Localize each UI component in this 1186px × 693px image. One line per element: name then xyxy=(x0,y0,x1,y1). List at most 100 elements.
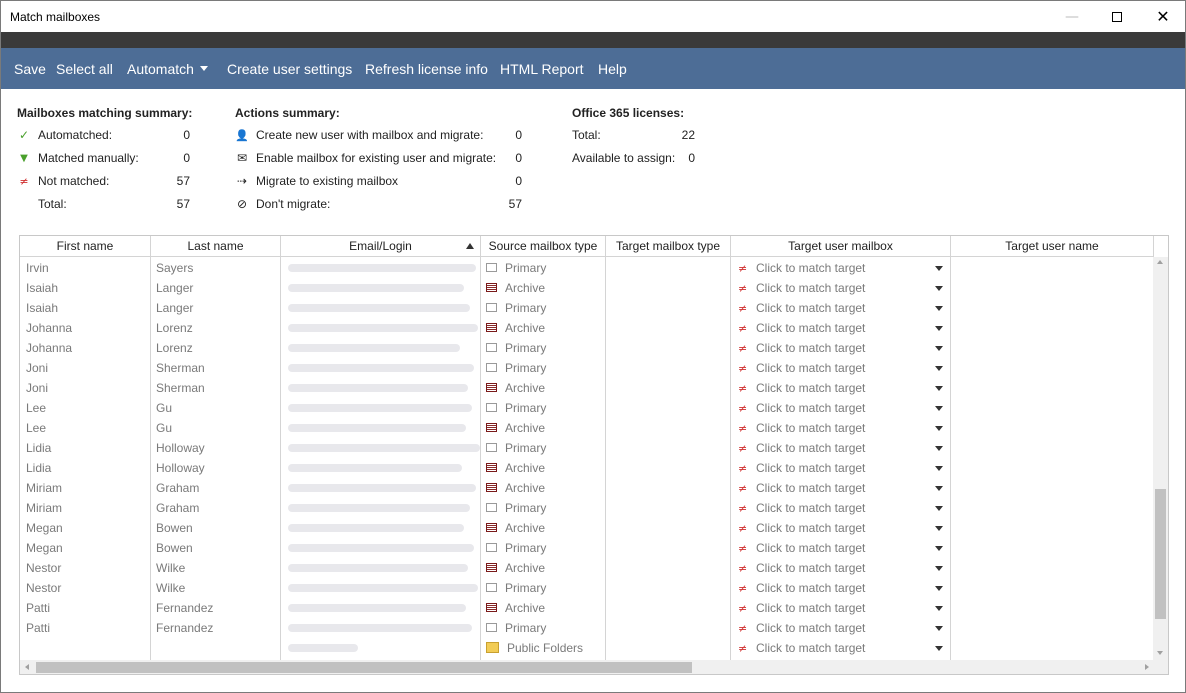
first-name-cell: Patti xyxy=(26,621,51,635)
target-mailbox-dropdown[interactable]: ≠ Click to match target xyxy=(738,618,948,638)
target-mailbox-dropdown[interactable]: ≠ Click to match target xyxy=(738,258,948,278)
target-mailbox-dropdown[interactable]: ≠ Click to match target xyxy=(738,538,948,558)
html-report-button[interactable]: HTML Report xyxy=(500,61,584,77)
target-mailbox-dropdown[interactable]: ≠ Click to match target xyxy=(738,478,948,498)
column-header-target-user-name[interactable]: Target user name xyxy=(951,236,1154,257)
target-mailbox-dropdown[interactable]: ≠ Click to match target xyxy=(738,498,948,518)
mailbox-icon xyxy=(486,443,497,453)
source-type-label: Primary xyxy=(505,441,547,455)
chevron-down-icon xyxy=(935,506,943,511)
table-row[interactable]: Irvin Sayers Primary ≠ Click to match target xyxy=(20,258,1154,278)
licenses-total-value: 22 xyxy=(681,128,695,142)
maximize-icon xyxy=(1112,11,1122,22)
dont-migrate-row: ⊘ Don't migrate: 57 xyxy=(235,193,535,216)
scroll-right-icon[interactable] xyxy=(1145,664,1149,670)
licenses-total-row: Total: 22 xyxy=(572,124,712,147)
table-row[interactable]: Miriam Graham Archive ≠ Click to match targe… xyxy=(20,478,1154,498)
vertical-scrollbar[interactable] xyxy=(1153,257,1168,674)
column-header-target-mailbox[interactable]: Target user mailbox xyxy=(731,236,951,257)
table-row[interactable]: Johanna Lorenz Archive ≠ Click to match targ… xyxy=(20,318,1154,338)
table-row[interactable]: Joni Sherman Archive ≠ Click to match target xyxy=(20,378,1154,398)
target-mailbox-dropdown[interactable]: ≠ Click to match target xyxy=(738,358,948,378)
mailbox-icon xyxy=(486,263,497,273)
source-type-label: Public Folders xyxy=(507,641,584,655)
column-header-first-name[interactable]: First name xyxy=(20,236,151,257)
table-row[interactable]: Isaiah Langer Archive ≠ Click to match targe… xyxy=(20,278,1154,298)
target-mailbox-dropdown[interactable]: ≠ Click to match target xyxy=(738,518,948,538)
refresh-license-info-button[interactable]: Refresh license info xyxy=(365,61,488,77)
target-mailbox-placeholder: Click to match target xyxy=(756,341,866,355)
chevron-down-icon xyxy=(199,65,208,71)
target-mailbox-dropdown[interactable]: ≠ Click to match target xyxy=(738,578,948,598)
target-mailbox-dropdown[interactable]: ≠ Click to match target xyxy=(738,338,948,358)
create-user-settings-button[interactable]: Create user settings xyxy=(227,61,352,77)
table-row[interactable]: Megan Bowen Primary ≠ Click to match target xyxy=(20,538,1154,558)
archive-icon xyxy=(486,563,497,573)
column-header-email[interactable]: Email/Login xyxy=(281,236,481,257)
target-mailbox-dropdown[interactable]: ≠ Click to match target xyxy=(738,318,948,338)
scroll-down-icon[interactable] xyxy=(1157,651,1163,655)
folder-icon xyxy=(486,642,499,654)
table-row[interactable]: Public Folders ≠ Click to match target xyxy=(20,638,1154,658)
mailbox-icon xyxy=(486,543,497,553)
last-name-cell: Holloway xyxy=(156,461,205,475)
table-row[interactable]: Nestor Wilke Archive ≠ Click to match target xyxy=(20,558,1154,578)
table-row[interactable]: Miriam Graham Primary ≠ Click to match targe… xyxy=(20,498,1154,518)
target-mailbox-dropdown[interactable]: ≠ Click to match target xyxy=(738,398,948,418)
table-row[interactable]: Megan Bowen Archive ≠ Click to match target xyxy=(20,518,1154,538)
target-mailbox-dropdown[interactable]: ≠ Click to match target xyxy=(738,458,948,478)
close-button[interactable]: ✕ xyxy=(1140,1,1185,32)
horizontal-scrollbar[interactable] xyxy=(20,660,1154,674)
table-row[interactable]: Lee Gu Archive ≠ Click to match target xyxy=(20,418,1154,438)
target-mailbox-dropdown[interactable]: ≠ Click to match target xyxy=(738,418,948,438)
select-all-button[interactable]: Select all xyxy=(56,61,113,77)
column-header-target-type[interactable]: Target mailbox type xyxy=(606,236,731,257)
table-row[interactable]: Patti Fernandez Primary ≠ Click to match tar… xyxy=(20,618,1154,638)
horizontal-scroll-thumb[interactable] xyxy=(36,662,692,673)
automatch-menu[interactable]: Automatch xyxy=(127,61,208,77)
column-header-source-type[interactable]: Source mailbox type xyxy=(481,236,606,257)
target-mailbox-dropdown[interactable]: ≠ Click to match target xyxy=(738,558,948,578)
header-strip xyxy=(1,32,1185,48)
table-row[interactable]: Nestor Wilke Primary ≠ Click to match target xyxy=(20,578,1154,598)
source-type-cell: Primary xyxy=(486,298,604,318)
archive-icon xyxy=(486,463,497,473)
automatched-row: ✓ Automatched: 0 xyxy=(17,124,197,147)
target-mailbox-dropdown[interactable]: ≠ Click to match target xyxy=(738,378,948,398)
table-row[interactable]: Joni Sherman Primary ≠ Click to match target xyxy=(20,358,1154,378)
table-row[interactable]: Patti Fernandez Archive ≠ Click to match tar… xyxy=(20,598,1154,618)
redacted-email xyxy=(288,624,472,632)
last-name-cell: Bowen xyxy=(156,541,193,555)
target-mailbox-dropdown[interactable]: ≠ Click to match target xyxy=(738,278,948,298)
table-row[interactable]: Lidia Holloway Primary ≠ Click to match targ… xyxy=(20,438,1154,458)
redacted-email xyxy=(288,264,476,272)
matching-total-value: 57 xyxy=(176,197,190,211)
target-mailbox-dropdown[interactable]: ≠ Click to match target xyxy=(738,438,948,458)
first-name-cell: Miriam xyxy=(26,501,62,515)
matching-summary-title: Mailboxes matching summary: xyxy=(17,106,193,120)
scroll-left-icon[interactable] xyxy=(25,664,29,670)
table-row[interactable]: Lidia Holloway Archive ≠ Click to match targ… xyxy=(20,458,1154,478)
dont-migrate-value: 57 xyxy=(508,197,522,211)
target-mailbox-dropdown[interactable]: ≠ Click to match target xyxy=(738,598,948,618)
column-header-last-name[interactable]: Last name xyxy=(151,236,281,257)
maximize-button[interactable] xyxy=(1094,1,1140,32)
source-type-label: Archive xyxy=(505,481,546,495)
last-name-cell: Graham xyxy=(156,501,200,515)
actions-summary: Actions summary: 👤 Create new user with … xyxy=(235,101,535,216)
target-mailbox-dropdown[interactable]: ≠ Click to match target xyxy=(738,298,948,318)
chevron-down-icon xyxy=(935,546,943,551)
save-button[interactable]: Save xyxy=(14,61,46,77)
licenses-summary: Office 365 licenses: Total: 22 Available… xyxy=(572,101,712,170)
table-row[interactable]: Lee Gu Primary ≠ Click to match target xyxy=(20,398,1154,418)
not-equal-icon: ≠ xyxy=(738,522,748,535)
scroll-up-icon[interactable] xyxy=(1157,260,1163,264)
help-button[interactable]: Help xyxy=(598,61,627,77)
table-row[interactable]: Johanna Lorenz Primary ≠ Click to match targ… xyxy=(20,338,1154,358)
envelope-add-icon: ✉ xyxy=(236,151,248,165)
chevron-down-icon xyxy=(935,486,943,491)
vertical-scroll-thumb[interactable] xyxy=(1155,489,1166,619)
target-mailbox-dropdown[interactable]: ≠ Click to match target xyxy=(738,638,948,658)
table-row[interactable]: Isaiah Langer Primary ≠ Click to match targe… xyxy=(20,298,1154,318)
minimize-button[interactable]: — xyxy=(1049,1,1095,32)
